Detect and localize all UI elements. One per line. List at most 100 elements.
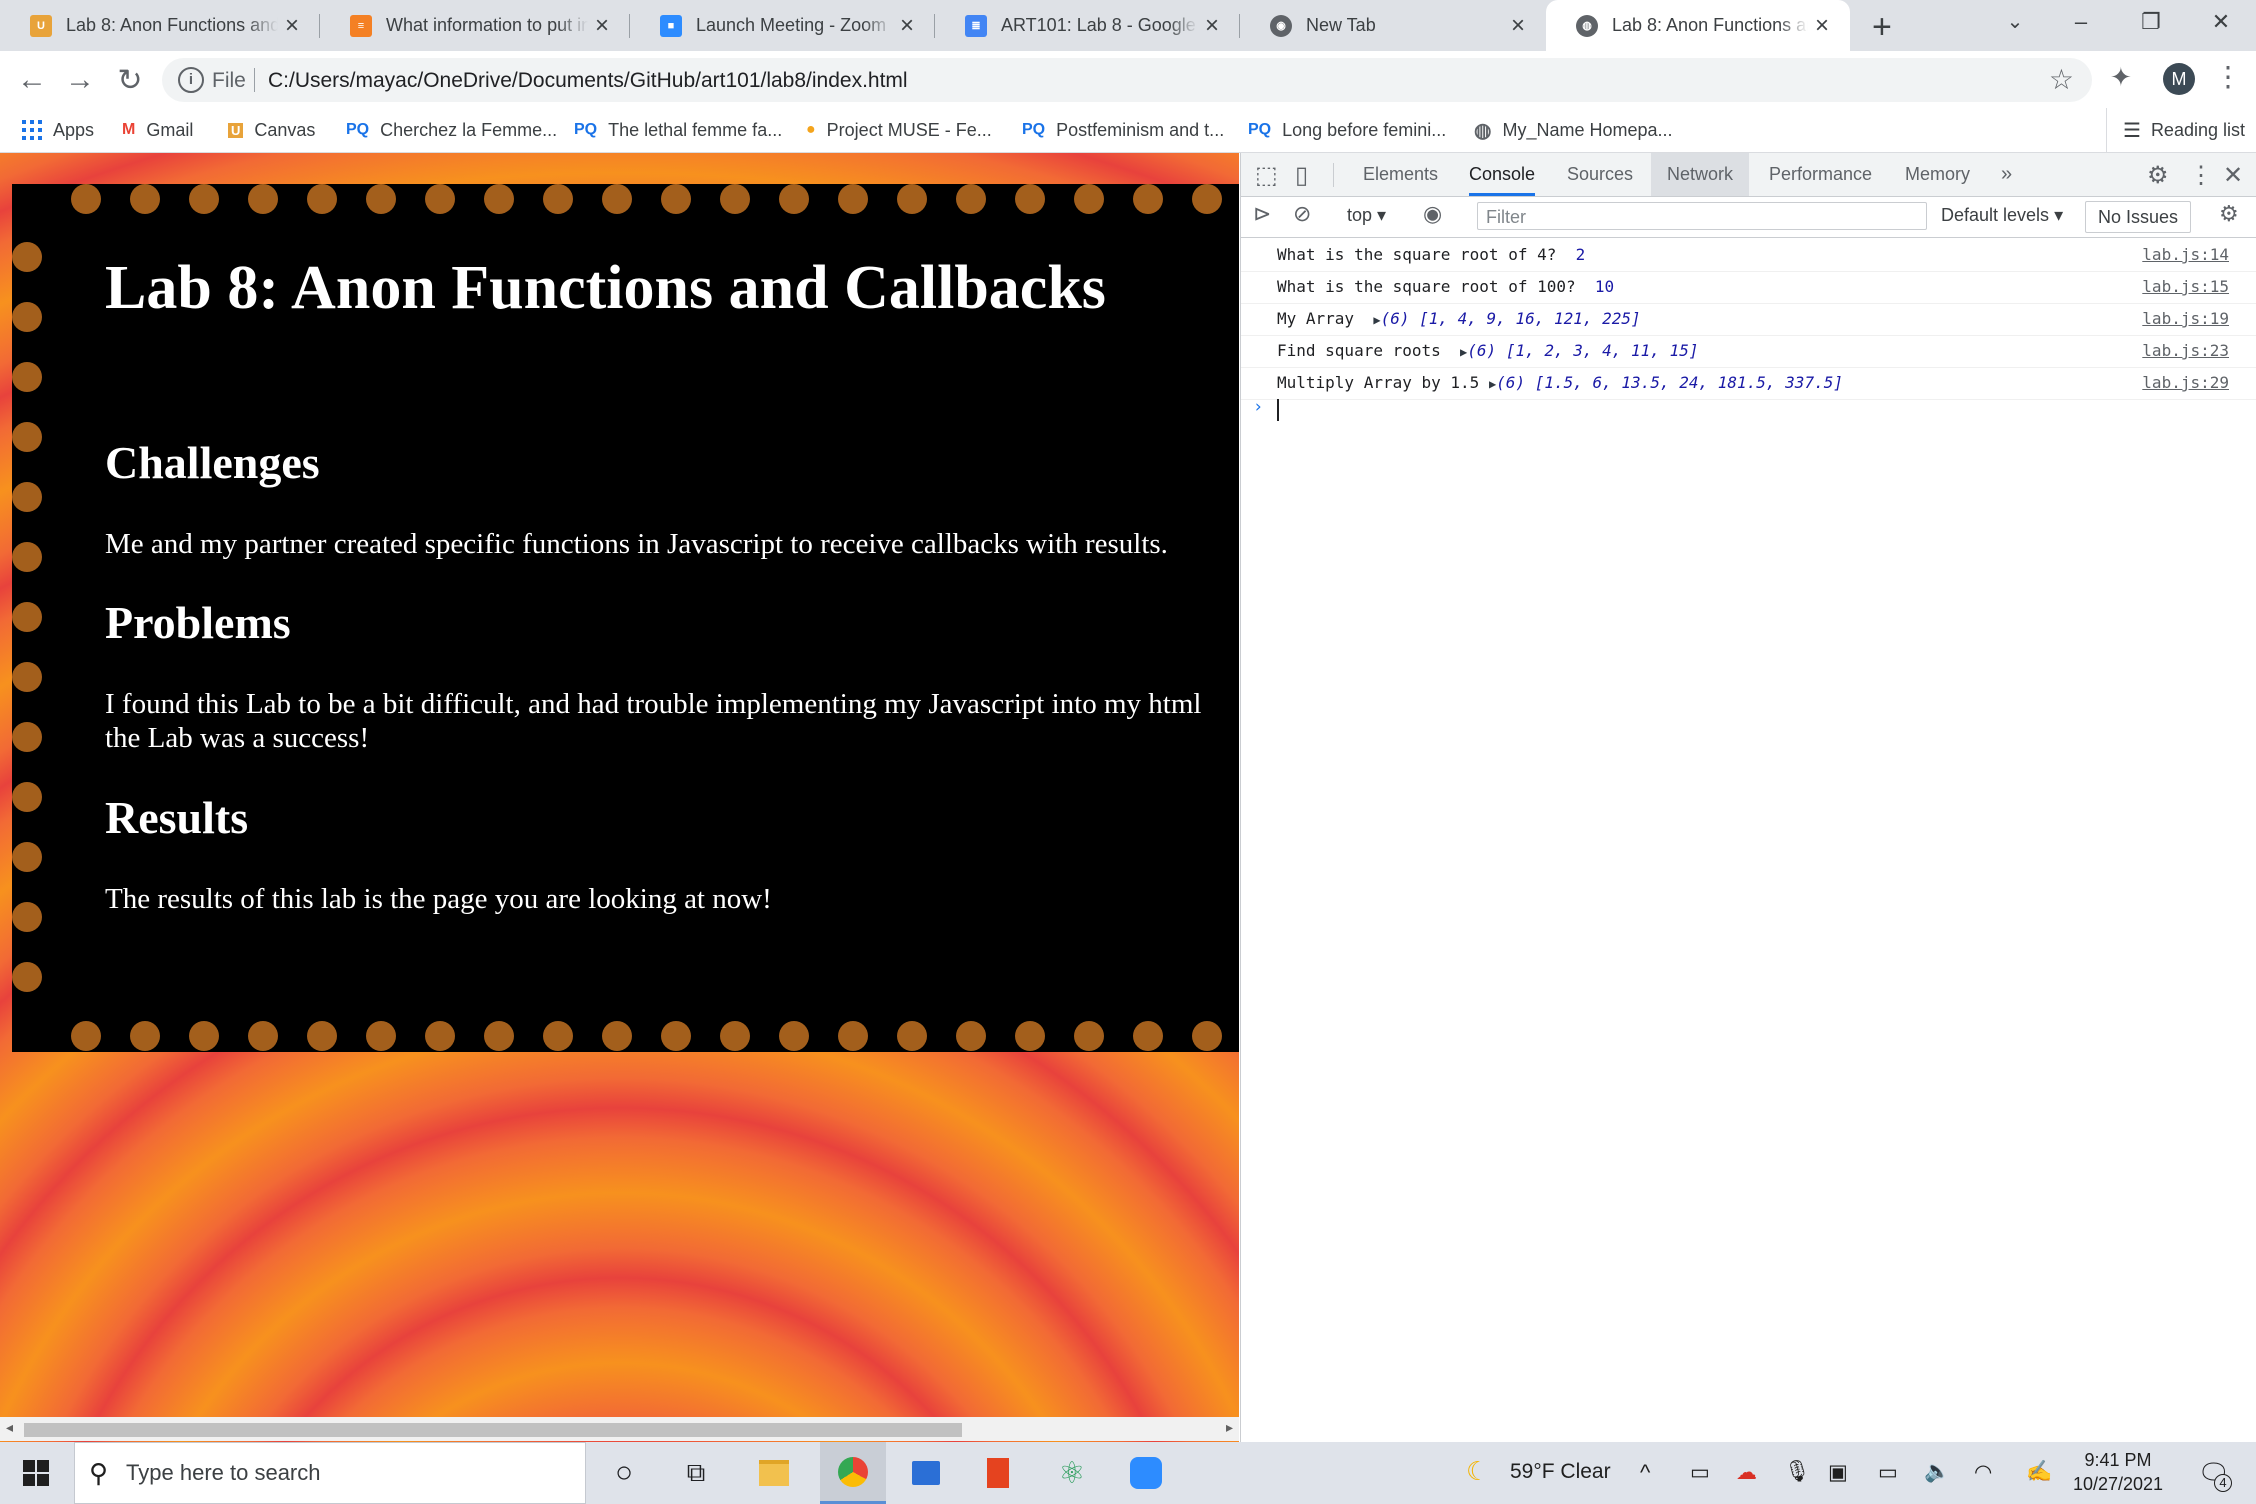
close-icon[interactable]: × [1198, 12, 1226, 40]
scrollbar-thumb[interactable] [24, 1423, 962, 1437]
atom-icon[interactable]: ⚛ [1042, 1442, 1102, 1504]
new-tab-button[interactable]: + [1872, 8, 1892, 47]
microsoft-store-icon[interactable] [896, 1442, 956, 1504]
devtools-tab-network[interactable]: Network [1651, 153, 1750, 196]
bookmark-project-muse[interactable]: ● Project MUSE - Fe... [806, 108, 992, 152]
profile-avatar[interactable]: M [2163, 63, 2195, 95]
reload-button[interactable]: ↻ [110, 63, 150, 98]
console-message[interactable]: Multiply Array by 1.5 ▶(6) [1.5, 6, 13.5… [1241, 367, 2256, 400]
browser-tab-active[interactable]: ◍ Lab 8: Anon Functions and Callbacks × [1546, 0, 1850, 51]
window-close-button[interactable]: ✕ [2186, 0, 2256, 44]
devtools-tab-memory[interactable]: Memory [1905, 153, 1970, 196]
meet-now-icon[interactable]: ▭ [1690, 1460, 1710, 1485]
forward-button[interactable]: → [60, 63, 100, 97]
url-text[interactable]: C:/Users/mayac/OneDrive/Documents/GitHub… [268, 69, 908, 93]
show-hidden-icons-chevron-icon[interactable]: ^ [1640, 1460, 1650, 1486]
browser-tab[interactable]: ■ Launch Meeting - Zoom × [630, 0, 935, 51]
reading-list-button[interactable]: ☰ Reading list [2106, 108, 2245, 152]
microphone-icon[interactable]: 🎙 [1784, 1460, 1811, 1484]
bookmark-star-icon[interactable]: ☆ [2049, 63, 2074, 96]
zoom-icon[interactable] [1116, 1442, 1176, 1504]
more-tabs-chevron-icon[interactable]: » [2001, 153, 2012, 196]
notifications-button[interactable]: 🗨 4 [2184, 1442, 2244, 1504]
bookmark-canvas[interactable]: U Canvas [228, 108, 315, 152]
bookmark-lethal-femme[interactable]: PQ The lethal femme fa... [574, 108, 782, 152]
proquest-icon: PQ [1248, 121, 1272, 138]
bookmark-apps[interactable]: Apps [22, 108, 94, 152]
bookmark-long-before[interactable]: PQ Long before femini... [1248, 108, 1446, 152]
source-link[interactable]: lab.js:23 [2142, 341, 2229, 360]
live-expression-eye-icon[interactable]: ◉ [1423, 201, 1442, 227]
taskbar-search-input[interactable]: ⚲ Type here to search [74, 1442, 586, 1504]
border-dot [71, 1021, 101, 1051]
close-icon[interactable]: × [588, 12, 616, 40]
pen-icon[interactable]: ✍ [2026, 1460, 2052, 1484]
devtools-menu-icon[interactable]: ⋮ [2189, 161, 2213, 190]
expand-triangle-icon[interactable]: ▶ [1373, 313, 1380, 327]
browser-tab[interactable]: U Lab 8: Anon Functions and Callbacks × [0, 0, 320, 51]
weather-text[interactable]: 59°F Clear [1510, 1460, 1611, 1484]
clock[interactable]: 9:41 PM 10/27/2021 [2072, 1448, 2164, 1496]
border-dot [12, 482, 42, 512]
extensions-puzzle-icon[interactable]: ✦ [2110, 62, 2132, 93]
office-icon[interactable] [968, 1442, 1028, 1504]
close-icon[interactable]: × [1808, 12, 1836, 40]
console-settings-gear-icon[interactable]: ⚙ [2219, 201, 2239, 227]
inspect-element-icon[interactable]: ⬚ [1255, 161, 1278, 190]
wifi-icon[interactable]: ◠ [1974, 1460, 1992, 1485]
console-message[interactable]: Find square roots ▶(6) [1, 2, 3, 4, 11, … [1241, 335, 2256, 368]
minimize-button[interactable]: – [2046, 0, 2116, 44]
log-levels-dropdown[interactable]: Default levels ▾ [1941, 205, 2063, 226]
browser-tab[interactable]: ≣ ART101: Lab 8 - Google Docs × [935, 0, 1240, 51]
chrome-icon[interactable] [820, 1442, 886, 1504]
task-view-icon[interactable]: ⧉ [666, 1442, 726, 1504]
scroll-right-arrow-icon[interactable]: ▸ [1226, 1419, 1233, 1436]
restore-button[interactable]: ❐ [2116, 0, 2186, 44]
devtools-tab-performance[interactable]: Performance [1769, 153, 1872, 196]
display-icon[interactable]: ▣ [1828, 1460, 1848, 1485]
clear-console-icon[interactable]: ⊘ [1293, 201, 1311, 227]
start-button[interactable] [0, 1442, 72, 1504]
back-button[interactable]: ← [12, 63, 52, 97]
page-viewport[interactable]: Lab 8: Anon Functions and Callbacks Chal… [0, 153, 1239, 1442]
cortana-icon[interactable]: ○ [594, 1442, 654, 1504]
border-dot [1074, 184, 1104, 214]
settings-gear-icon[interactable]: ⚙ [2147, 161, 2169, 190]
devtools-close-icon[interactable]: ✕ [2223, 161, 2243, 190]
kebab-menu-icon[interactable]: ⋮ [2214, 60, 2242, 93]
browser-tab[interactable]: ◉ New Tab × [1240, 0, 1546, 51]
address-bar[interactable]: i File C:/Users/mayac/OneDrive/Documents… [162, 58, 2092, 102]
console-input[interactable] [1277, 399, 1279, 421]
browser-tab[interactable]: ≡ What information to put in × [320, 0, 630, 51]
bookmark-postfeminism[interactable]: PQ Postfeminism and t... [1022, 108, 1224, 152]
volume-icon[interactable]: 🔈 [1924, 1460, 1950, 1484]
console-filter-input[interactable]: Filter [1477, 202, 1927, 230]
sidebar-toggle-icon[interactable]: ⊳ [1253, 201, 1271, 227]
bookmark-cherchez[interactable]: PQ Cherchez la Femme... [346, 108, 557, 152]
ucsc-favicon-icon: U [30, 14, 52, 37]
devtools-tab-console[interactable]: Console [1469, 153, 1536, 196]
console-message[interactable]: My Array ▶(6) [1, 4, 9, 16, 121, 225] la… [1241, 303, 2256, 336]
device-toolbar-icon[interactable]: ▯ [1295, 161, 1308, 190]
battery-icon[interactable]: ▭ [1878, 1460, 1898, 1485]
devtools-tab-sources[interactable]: Sources [1567, 153, 1633, 196]
scroll-left-arrow-icon[interactable]: ◂ [6, 1419, 13, 1436]
context-selector[interactable]: top ▾ [1347, 205, 1386, 226]
close-icon[interactable]: × [893, 12, 921, 40]
devtools-tab-elements[interactable]: Elements [1363, 153, 1438, 196]
file-explorer-icon[interactable] [744, 1442, 804, 1504]
horizontal-scrollbar[interactable]: ◂ ▸ [0, 1417, 1239, 1441]
issues-button[interactable]: No Issues [2085, 201, 2192, 233]
close-icon[interactable]: × [1504, 12, 1532, 40]
bookmark-my-name[interactable]: ◍ My_Name Homepa... [1474, 108, 1673, 152]
source-link[interactable]: lab.js:15 [2142, 277, 2229, 296]
source-link[interactable]: lab.js:29 [2142, 373, 2229, 392]
context-label: top [1347, 205, 1373, 225]
source-link[interactable]: lab.js:19 [2142, 309, 2229, 328]
source-link[interactable]: lab.js:14 [2142, 245, 2229, 264]
info-icon[interactable]: i [178, 67, 204, 93]
tab-search-chevron-icon[interactable]: ⌄ [1980, 0, 2050, 44]
onedrive-icon[interactable]: ☁ [1736, 1460, 1757, 1485]
close-icon[interactable]: × [278, 12, 306, 40]
bookmark-gmail[interactable]: M Gmail [122, 108, 193, 152]
